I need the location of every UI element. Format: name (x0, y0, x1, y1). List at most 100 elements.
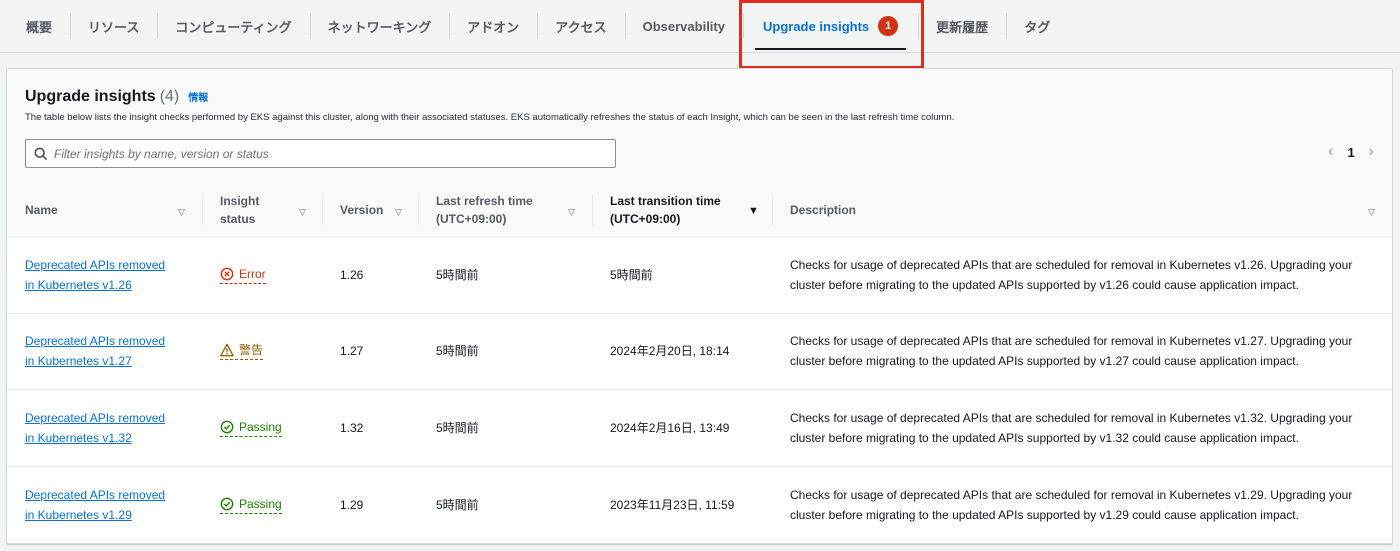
header-line: status (220, 211, 256, 226)
table-header: Name ▽ Insight status ▽ Version ▽ Last re… (7, 182, 1392, 237)
tab-label: Upgrade insights (762, 18, 870, 34)
version-cell: 1.29 (340, 497, 364, 512)
sort-icon[interactable]: ▽ (1368, 203, 1375, 221)
header-label: Insight status (220, 192, 259, 228)
header-line: (UTC+09:00) (436, 211, 507, 226)
header-label: Name (25, 202, 58, 217)
status-indicator[interactable]: 警告 (220, 342, 264, 361)
header-label: Version (340, 202, 384, 217)
table-row: Deprecated APIs removed in Kubernetes v1.… (7, 237, 1392, 314)
tab-label: アクセス (555, 19, 607, 35)
sort-icon[interactable]: ▽ (568, 203, 575, 221)
version-cell: 1.26 (340, 267, 364, 282)
header-line: Insight (220, 193, 260, 208)
column-header-status[interactable]: Insight status ▽ (220, 182, 320, 237)
next-page-icon[interactable]: › (1369, 143, 1374, 161)
table-row: Deprecated APIs removed in Kubernetes v1.… (7, 467, 1392, 544)
tab-label: リソース (88, 19, 140, 35)
tab-access[interactable]: アクセス (537, 0, 624, 52)
description-cell: Checks for usage of deprecated APIs that… (790, 487, 1353, 522)
tab-upgrade-insights[interactable]: Upgrade insights 1 (742, 0, 918, 52)
insight-link[interactable]: Deprecated APIs removed in Kubernetes v1.… (25, 255, 165, 295)
column-divider (418, 194, 419, 225)
refresh-time-cell: 5時間前 (436, 344, 479, 359)
status-cell: Passing (220, 390, 282, 466)
status-label: 警告 (239, 343, 264, 358)
header-label: Last transition time (UTC+09:00) (610, 192, 721, 228)
tab-label: Observability (642, 18, 725, 34)
version-cell: 1.27 (340, 344, 364, 359)
version-cell: 1.32 (340, 420, 364, 435)
panel-description: The table below lists the insight checks… (25, 112, 955, 123)
link-line: Deprecated APIs removed (25, 334, 166, 349)
tab-resources[interactable]: リソース (70, 0, 157, 52)
upgrade-insights-panel: Upgrade insights (4) 情報 The table below … (6, 68, 1393, 544)
info-link[interactable]: 情報 (188, 89, 208, 104)
previous-page-icon[interactable]: ‹ (1328, 143, 1333, 161)
column-header-description[interactable]: Description ▽ (790, 182, 1380, 237)
link-line: in Kubernetes v1.32 (25, 430, 132, 445)
search-input[interactable] (54, 146, 594, 161)
refresh-time-cell: 5時間前 (436, 267, 479, 282)
column-header-last-refresh[interactable]: Last refresh time (UTC+09:00) ▽ (436, 182, 596, 237)
transition-time-cell: 2023年11月23日, 11:59 (610, 497, 735, 512)
sort-icon[interactable]: ▽ (178, 203, 185, 221)
sort-descending-icon[interactable]: ▼ (748, 202, 759, 220)
tab-addons[interactable]: アドオン (449, 0, 537, 52)
status-cell: Passing (220, 467, 282, 544)
search-box[interactable] (25, 139, 616, 168)
column-divider (592, 194, 593, 225)
sort-icon[interactable]: ▽ (299, 203, 306, 221)
link-line: Deprecated APIs removed (25, 487, 166, 502)
table-row: Deprecated APIs removed in Kubernetes v1.… (7, 390, 1392, 467)
link-line: Deprecated APIs removed (25, 257, 166, 272)
status-label: Error (239, 266, 266, 281)
column-header-name[interactable]: Name ▽ (25, 182, 195, 237)
name-cell: Deprecated APIs removed in Kubernetes v1.… (25, 237, 195, 313)
current-page[interactable]: 1 (1347, 145, 1354, 160)
name-cell: Deprecated APIs removed in Kubernetes v1.… (25, 314, 195, 390)
sort-icon[interactable]: ▽ (395, 203, 402, 221)
status-cell: Error (220, 237, 266, 313)
transition-time-cell: 2024年2月20日, 18:14 (610, 344, 730, 359)
description-cell: Checks for usage of deprecated APIs that… (790, 334, 1353, 369)
title-row: Upgrade insights (4) 情報 (25, 88, 208, 106)
tab-label: 更新履歴 (936, 19, 989, 35)
status-label: Passing (239, 419, 282, 434)
refresh-time-cell: 5時間前 (436, 497, 479, 512)
insight-link[interactable]: Deprecated APIs removed in Kubernetes v1.… (25, 331, 165, 371)
header-line: Last transition time (610, 193, 721, 208)
column-header-last-transition[interactable]: Last transition time (UTC+09:00) ▼ (610, 182, 770, 237)
insight-link[interactable]: Deprecated APIs removed in Kubernetes v1.… (25, 485, 165, 525)
status-indicator[interactable]: Passing (220, 496, 282, 514)
status-indicator[interactable]: Error (220, 266, 266, 284)
tab-overview[interactable]: 概要 (8, 0, 70, 52)
error-icon (220, 267, 234, 281)
tab-tags[interactable]: タグ (1006, 0, 1068, 52)
search-icon (34, 146, 48, 160)
tab-observability[interactable]: Observability (624, 0, 743, 52)
check-circle-icon (220, 420, 234, 434)
tab-label: ネットワーキング (327, 19, 432, 35)
status-cell: 警告 (220, 314, 264, 390)
tab-label: コンピューティング (175, 19, 292, 35)
header-label: Last refresh time (UTC+09:00) (436, 192, 533, 228)
tab-compute[interactable]: コンピューティング (157, 0, 309, 52)
count-badge: 1 (878, 16, 899, 36)
link-line: in Kubernetes v1.26 (25, 277, 132, 292)
panel-title: Upgrade insights (25, 88, 156, 105)
tab-label: 概要 (26, 19, 53, 35)
warning-icon (220, 343, 234, 357)
tab-networking[interactable]: ネットワーキング (309, 0, 450, 52)
link-line: in Kubernetes v1.27 (25, 354, 132, 369)
header-label: Description (790, 202, 857, 217)
name-cell: Deprecated APIs removed in Kubernetes v1.… (25, 390, 195, 466)
status-indicator[interactable]: Passing (220, 419, 282, 437)
link-line: Deprecated APIs removed (25, 410, 166, 425)
tab-bar: 概要 リソース コンピューティング ネットワーキング アドオン アクセス Obs… (0, 0, 1400, 53)
column-header-version[interactable]: Version ▽ (340, 182, 420, 237)
description-cell: Checks for usage of deprecated APIs that… (790, 257, 1353, 292)
tab-update-history[interactable]: 更新履歴 (918, 0, 1006, 52)
insight-link[interactable]: Deprecated APIs removed in Kubernetes v1.… (25, 408, 165, 448)
column-divider (772, 194, 773, 225)
